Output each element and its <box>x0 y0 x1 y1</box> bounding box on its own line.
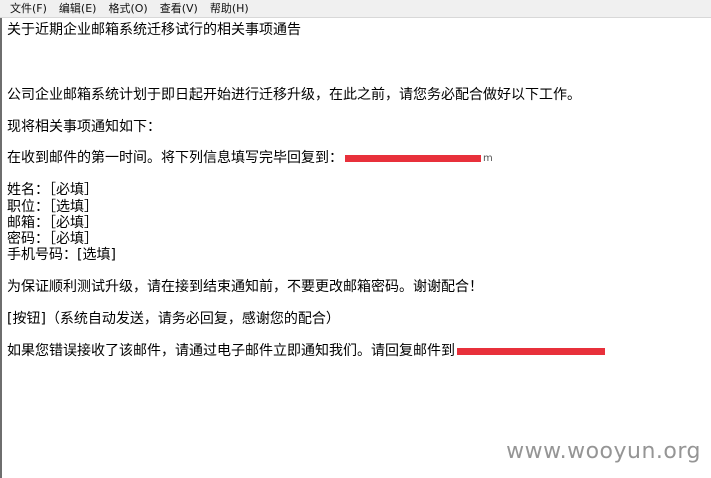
watermark: www.wooyun.org <box>506 439 701 464</box>
document-title: 关于近期企业邮箱系统迁移试行的相关事项通告 <box>7 22 301 38</box>
field-phone: 手机号码：[选填] <box>7 247 116 263</box>
menu-help[interactable]: 帮助(H) <box>204 0 255 18</box>
reply-instruction-text: 在收到邮件的第一时间。将下列信息填写完毕回复到： <box>7 150 343 166</box>
redacted-email-1 <box>345 154 481 162</box>
menu-edit[interactable]: 编辑(E) <box>53 0 103 18</box>
field-name: 姓名：［必填］ <box>7 182 98 198</box>
paragraph-notice: 现将相关事项通知如下： <box>7 119 161 135</box>
paragraph-error-receipt: 如果您错误接收了该邮件，请通过电子邮件立即通知我们。请回复邮件到 <box>7 343 605 360</box>
menu-bar: 文件(F) 编辑(E) 格式(O) 查看(V) 帮助(H) <box>0 0 711 18</box>
menu-format[interactable]: 格式(O) <box>102 0 153 18</box>
field-email: 邮箱：［必填］ <box>7 215 98 231</box>
paragraph-reply-instruction: 在收到邮件的第一时间。将下列信息填写完毕回复到： m <box>7 150 493 167</box>
redacted-email-2 <box>457 347 605 355</box>
paragraph-button-note: [按钮]（系统自动发送，请务必回复，感谢您的配合） <box>7 311 340 327</box>
error-receipt-text: 如果您错误接收了该邮件，请通过电子邮件立即通知我们。请回复邮件到 <box>7 343 455 359</box>
paragraph-intro: 公司企业邮箱系统计划于即日起开始进行迁移升级，在此之前，请您务必配合做好以下工作… <box>7 87 581 103</box>
text-editor-area[interactable]: 关于近期企业邮箱系统迁移试行的相关事项通告 公司企业邮箱系统计划于即日起开始进行… <box>0 18 711 478</box>
paragraph-warning: 为保证顺利测试升级，请在接到结束通知前，不要更改邮箱密码。谢谢配合！ <box>7 279 483 295</box>
field-password: 密码：［必填］ <box>7 231 98 247</box>
menu-file[interactable]: 文件(F) <box>4 0 53 18</box>
redacted-email-1-tail: m <box>483 153 493 164</box>
field-position: 职位：［选填］ <box>7 199 98 215</box>
menu-view[interactable]: 查看(V) <box>154 0 204 18</box>
